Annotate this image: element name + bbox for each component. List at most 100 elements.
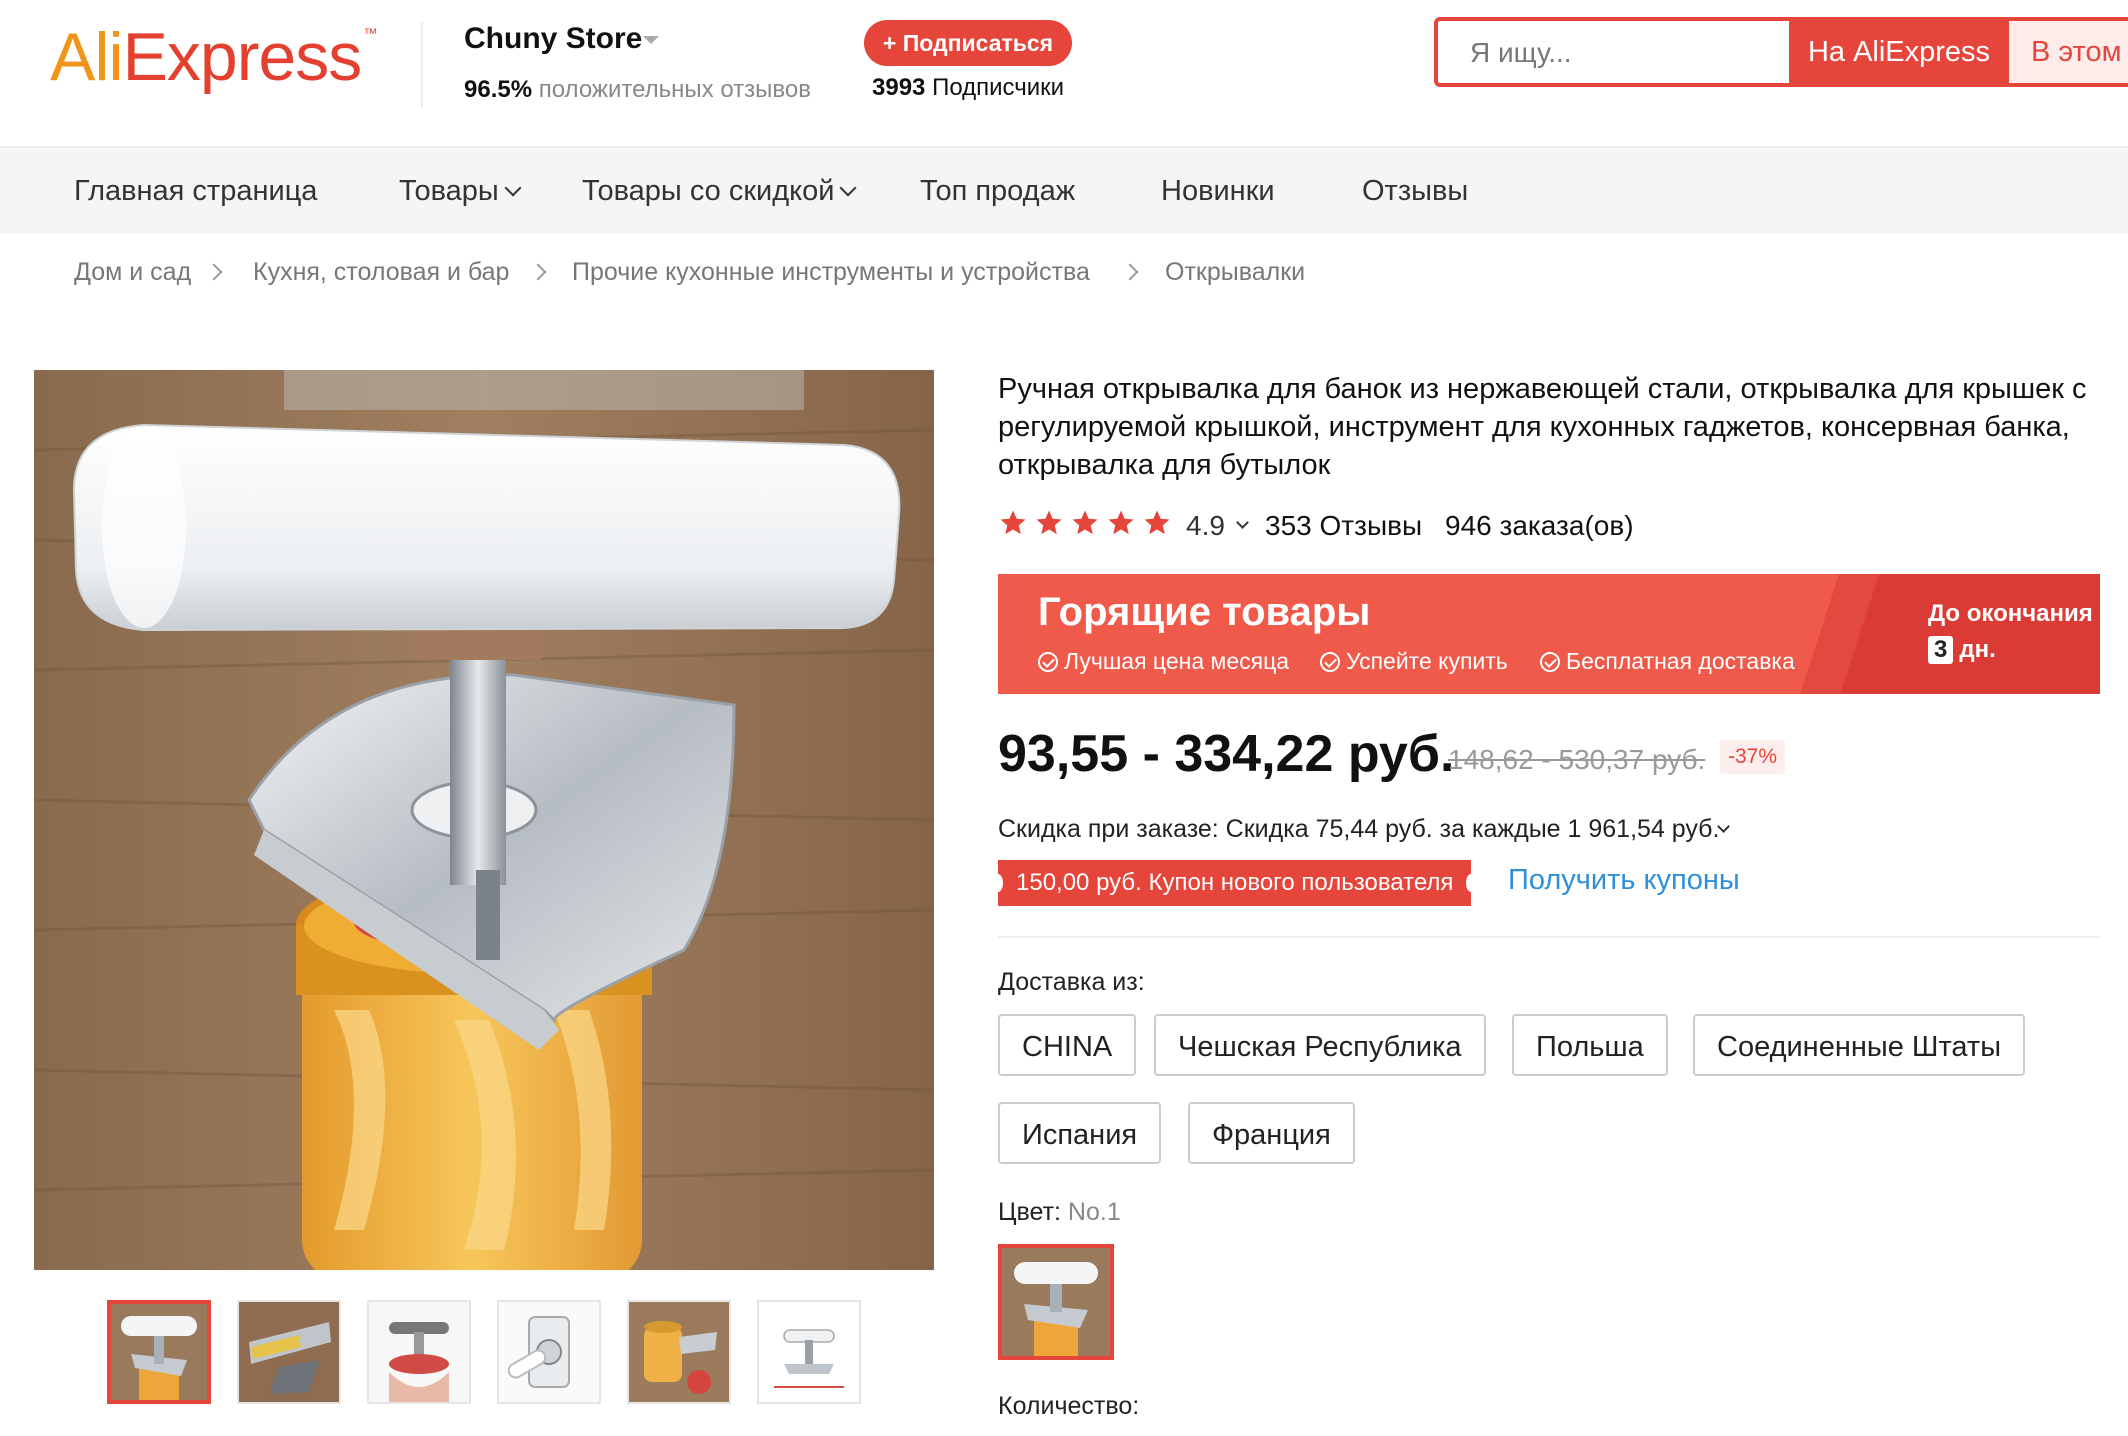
nav-item-top-sales[interactable]: Топ продаж (920, 148, 1075, 234)
ship-from-option-usa[interactable]: Соединенные Штаты (1693, 1014, 2026, 1076)
star-icon (1000, 510, 1026, 535)
thumbnail-3[interactable] (367, 1300, 471, 1404)
chevron-down-icon (839, 179, 857, 197)
nav-item-label: Товары со скидкой (582, 175, 835, 207)
logo-text-express: Express (122, 19, 363, 95)
search-input[interactable] (1438, 21, 1822, 83)
logo-trademark: ™ (363, 25, 377, 41)
nav-item-label: Главная страница (74, 175, 318, 207)
thumbnail-image (369, 1302, 469, 1402)
ship-from-option-spain[interactable]: Испания (998, 1102, 1162, 1164)
can-opener-photo (34, 370, 934, 1270)
order-discount-info[interactable]: Скидка при заказе: Скидка 75,44 руб. за … (998, 815, 1719, 844)
product-main-image[interactable] (34, 370, 934, 1270)
ship-from-option-france[interactable]: Франция (1188, 1102, 1355, 1164)
nav-item-label: Отзывы (1362, 175, 1469, 207)
thumbnail-6[interactable] (757, 1300, 861, 1404)
product-price: 93,55 - 334,22 руб. (998, 725, 1455, 783)
nav-item-discount-products[interactable]: Товары со скидкой (582, 148, 857, 234)
get-coupons-link[interactable]: Получить купоны (1508, 864, 1740, 897)
subscribers-label: Подписчики (932, 74, 1065, 101)
header-divider (421, 22, 423, 108)
ship-from-option-poland[interactable]: Польша (1512, 1014, 1668, 1076)
ship-from-label: Доставка из: (998, 968, 1145, 996)
chevron-down-icon[interactable] (643, 36, 659, 44)
nav-item-label: Топ продаж (920, 175, 1076, 207)
store-nav: Главная страница Товары Товары со скидко… (0, 148, 2128, 234)
star-icon (1072, 510, 1098, 535)
color-selected-value: No.1 (1067, 1198, 1121, 1226)
nav-item-new[interactable]: Новинки (1161, 148, 1275, 234)
hot-feature-hurry: Успейте купить (1320, 648, 1508, 675)
feature-label: Лучшая цена месяца (1064, 648, 1290, 674)
positive-label: положительных отзывов (538, 76, 811, 103)
search-aliexpress-button[interactable]: На AliExpress (1789, 21, 2009, 83)
countdown-days-unit: дн. (1959, 636, 1996, 663)
thumbnail-5[interactable] (627, 1300, 731, 1404)
star-icon (1144, 510, 1170, 535)
breadcrumb-item[interactable]: Дом и сад (74, 258, 191, 287)
check-circle-icon (1320, 652, 1340, 672)
product-title: Ручная открывалка для банок из нержавеющ… (998, 373, 2087, 481)
banner-countdown-area (1840, 574, 2100, 694)
thumbnail-1[interactable] (107, 1300, 211, 1404)
section-divider (998, 936, 2100, 938)
check-circle-icon (1540, 652, 1560, 672)
chevron-down-icon[interactable] (1236, 516, 1249, 529)
store-positive-rating: 96.5% положительных отзывов (464, 76, 811, 104)
chevron-right-icon (205, 263, 223, 281)
countdown-label: До окончания (1928, 600, 2093, 627)
breadcrumb-item[interactable]: Прочие кухонные инструменты и устройства (572, 258, 1090, 287)
positive-percent: 96.5% (464, 76, 533, 103)
hot-feature-best-price: Лучшая цена месяца (1038, 648, 1289, 675)
logo-text-ali: Ali (50, 19, 124, 95)
thumbnail-image (239, 1302, 339, 1402)
subscribers-number: 3993 (872, 74, 926, 101)
countdown-days: 3 дн. (1928, 636, 1996, 664)
nav-item-products[interactable]: Товары (399, 148, 522, 234)
chevron-right-icon (529, 263, 547, 281)
ship-from-option-china[interactable]: CHINA (998, 1014, 1137, 1076)
quantity-label: Количество: (998, 1392, 1140, 1420)
reviews-link[interactable]: 353 Отзывы (1265, 510, 1422, 542)
countdown-days-number: 3 (1928, 636, 1954, 664)
store-name[interactable]: Chuny Store (464, 22, 642, 56)
breadcrumb-item[interactable]: Открывалки (1165, 258, 1305, 287)
orders-count: 946 заказа(ов) (1445, 510, 1634, 541)
ship-from-option-czech[interactable]: Чешская Республика (1154, 1014, 1486, 1076)
rating-value[interactable]: 4.9 (1186, 510, 1225, 542)
thumbnail-2[interactable] (237, 1300, 341, 1404)
search-store-button[interactable]: В этом магазине (2009, 21, 2128, 83)
color-option-no1[interactable] (998, 1244, 1114, 1360)
check-circle-icon (1038, 652, 1058, 672)
color-label-text: Цвет: (998, 1198, 1061, 1226)
hot-deals-banner: Горящие товары Лучшая цена месяца Успейт… (998, 574, 2100, 694)
thumbnail-image (629, 1302, 729, 1402)
thumbnail-image (759, 1302, 859, 1402)
nav-item-reviews[interactable]: Отзывы (1362, 148, 1468, 234)
star-icon (1036, 510, 1062, 535)
nav-item-label: Новинки (1161, 175, 1275, 207)
aliexpress-logo[interactable]: AliExpress ™ (50, 18, 377, 96)
chevron-right-icon (1121, 263, 1139, 281)
chevron-down-icon (504, 179, 522, 197)
nav-item-home[interactable]: Главная страница (74, 148, 317, 234)
discount-badge: -37% (1720, 740, 1786, 774)
subscribers-count: 3993 Подписчики (872, 74, 1064, 102)
new-user-coupon[interactable]: 150,00 руб. Купон нового пользователя (992, 860, 1477, 906)
thumbnail-4[interactable] (497, 1300, 601, 1404)
color-swatch-image (1002, 1248, 1110, 1356)
feature-label: Успейте купить (1346, 648, 1508, 674)
nav-item-label: Товары (399, 175, 499, 207)
hot-deals-title: Горящие товары (1038, 590, 1371, 634)
hot-feature-free-shipping: Бесплатная доставка (1540, 648, 1795, 675)
feature-label: Бесплатная доставка (1566, 648, 1795, 674)
star-icon (1108, 510, 1134, 535)
search-bar: На AliExpress В этом магазине (1434, 17, 2128, 87)
subscribe-button[interactable]: + Подписаться (864, 20, 1072, 66)
store-header: AliExpress ™ Chuny Store 96.5% положитель… (0, 0, 2128, 148)
old-price: 148,62 - 530,37 руб. (1448, 744, 1706, 775)
color-label: Цвет: No.1 (998, 1198, 1121, 1227)
thumbnail-image (499, 1302, 599, 1402)
breadcrumb-item[interactable]: Кухня, столовая и бар (253, 258, 509, 287)
